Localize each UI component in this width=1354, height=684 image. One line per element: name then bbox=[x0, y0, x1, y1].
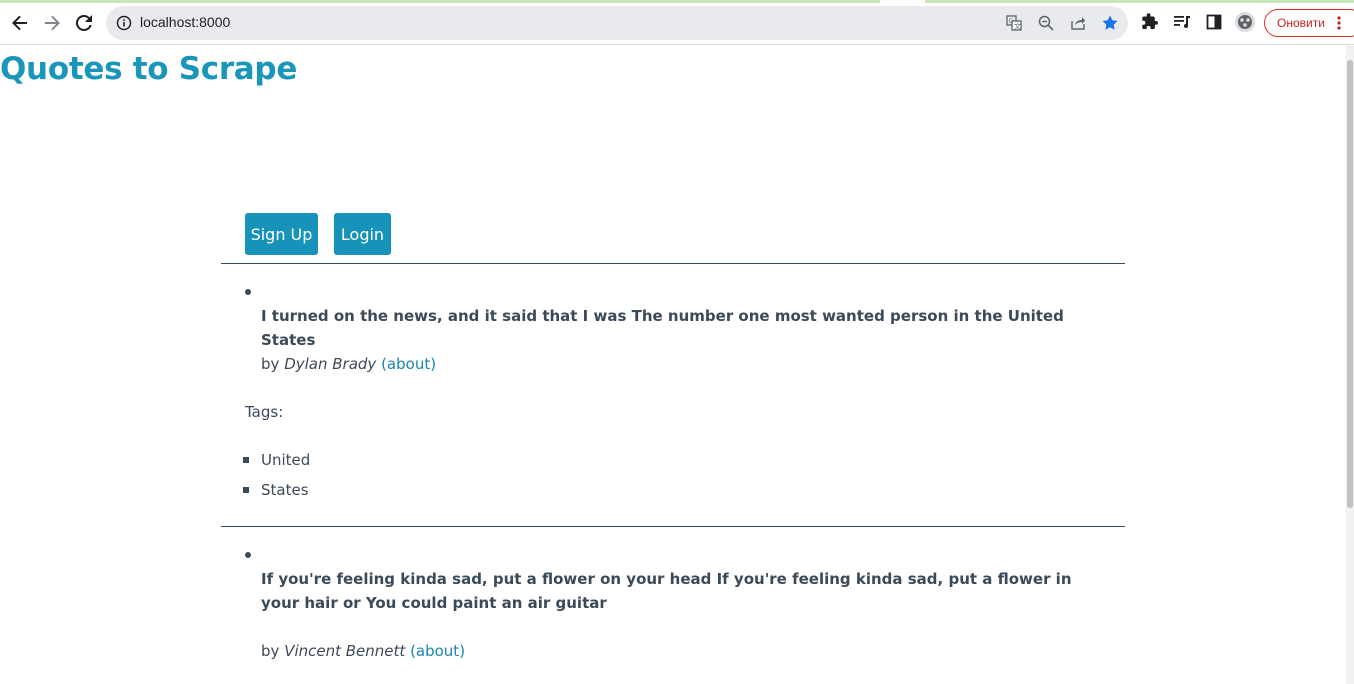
about-link[interactable]: (about) bbox=[410, 642, 465, 660]
by-label: by bbox=[261, 642, 280, 660]
author-name: Dylan Brady bbox=[284, 355, 377, 373]
media-icon bbox=[1174, 16, 1190, 28]
update-label: Оновити bbox=[1277, 16, 1325, 30]
translate-button[interactable]: 文G bbox=[1004, 13, 1024, 33]
tag-bullet bbox=[243, 487, 249, 493]
site-info-button[interactable] bbox=[114, 13, 134, 33]
side-panel-button[interactable] bbox=[1203, 11, 1225, 33]
tab-strip-edge-right bbox=[925, 0, 1354, 3]
quote-byline: by Vincent Bennett (about) bbox=[261, 642, 465, 660]
page-content: Quotes to Scrape Sign Up Login I turned … bbox=[0, 46, 1346, 684]
extensions-button[interactable] bbox=[1139, 11, 1161, 33]
svg-text:文: 文 bbox=[1014, 22, 1021, 31]
profile-button[interactable] bbox=[1234, 11, 1256, 33]
svg-text:G: G bbox=[1009, 18, 1014, 25]
browser-toolbar: localhost:8000 文G Оновити bbox=[0, 0, 1354, 45]
scrollbar-thumb[interactable] bbox=[1347, 60, 1353, 508]
reload-button[interactable] bbox=[70, 9, 98, 37]
page-scrollbar[interactable] bbox=[1346, 46, 1354, 684]
tag-item[interactable]: States bbox=[261, 481, 309, 499]
back-icon bbox=[12, 15, 27, 31]
divider bbox=[221, 526, 1125, 527]
translate-icon: 文G bbox=[1006, 15, 1022, 31]
zoom-button[interactable] bbox=[1036, 13, 1056, 33]
forward-icon bbox=[45, 15, 60, 31]
share-icon bbox=[1071, 17, 1085, 30]
update-browser-button[interactable]: Оновити bbox=[1264, 9, 1354, 37]
more-icon bbox=[1337, 16, 1341, 30]
tag-bullet bbox=[243, 457, 249, 463]
zoom-icon bbox=[1038, 15, 1054, 31]
list-bullet bbox=[245, 552, 251, 558]
media-control-button[interactable] bbox=[1171, 11, 1193, 33]
quote-text: I turned on the news, and it said that I… bbox=[261, 307, 1064, 349]
tag-item[interactable]: United bbox=[261, 451, 310, 469]
login-button[interactable]: Login bbox=[334, 213, 391, 255]
tab-strip-edge bbox=[0, 0, 880, 3]
side-panel-icon bbox=[1206, 14, 1222, 30]
back-button[interactable] bbox=[6, 9, 34, 37]
quote-byline: by Dylan Brady (about) bbox=[261, 355, 436, 373]
site-title-link[interactable]: Quotes to Scrape bbox=[0, 51, 297, 87]
list-bullet bbox=[245, 289, 251, 295]
author-name: Vincent Bennett bbox=[284, 642, 406, 660]
signup-button[interactable]: Sign Up bbox=[245, 213, 318, 255]
extensions-icon bbox=[1142, 13, 1158, 30]
profile-icon bbox=[1235, 12, 1255, 32]
info-icon bbox=[116, 15, 132, 31]
bookmark-star-button[interactable] bbox=[1100, 13, 1120, 33]
divider bbox=[221, 263, 1125, 264]
forward-button[interactable] bbox=[38, 9, 66, 37]
address-bar[interactable]: localhost:8000 文G bbox=[106, 6, 1128, 40]
about-link[interactable]: (about) bbox=[381, 355, 436, 373]
star-icon bbox=[1102, 15, 1118, 30]
tags-label: Tags: bbox=[245, 403, 284, 421]
reload-icon bbox=[75, 14, 92, 31]
quote-text: If you're feeling kinda sad, put a flowe… bbox=[261, 570, 1072, 612]
by-label: by bbox=[261, 355, 280, 373]
share-button[interactable] bbox=[1068, 13, 1088, 33]
url-text[interactable]: localhost:8000 bbox=[140, 14, 230, 30]
